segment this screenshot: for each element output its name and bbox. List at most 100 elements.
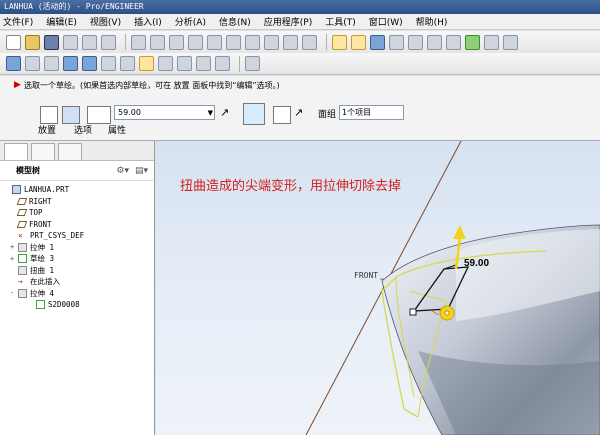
tree-row[interactable]: TOP <box>0 207 154 219</box>
zoom-in-icon[interactable] <box>408 34 423 50</box>
tree-item-label: S2D0008 <box>48 300 80 310</box>
expand-icon[interactable]: + <box>10 255 18 263</box>
redo-icon[interactable] <box>150 34 165 50</box>
quilt-label: 面组 <box>318 110 337 120</box>
depth-input[interactable]: 59.00 ▼ <box>114 105 215 120</box>
tab-favorites[interactable] <box>58 143 82 160</box>
settings-icon[interactable]: ⚙▾ <box>116 166 129 176</box>
email-icon[interactable] <box>82 34 97 50</box>
undo-icon[interactable] <box>131 34 146 50</box>
menu-file[interactable]: 文件(F) <box>3 15 33 28</box>
quilt-collector[interactable]: 1个项目 <box>339 105 404 120</box>
solid-option-button[interactable] <box>40 106 58 124</box>
tree-item-label: TOP <box>29 208 43 218</box>
sweep-tool-icon[interactable] <box>177 56 192 71</box>
revolve-tool-icon[interactable] <box>158 56 173 71</box>
find-icon[interactable] <box>283 34 298 50</box>
analysis-tool-icon[interactable] <box>101 56 116 71</box>
window-title-bar: LANHUA (活动的) - Pro/ENGINEER <box>0 0 600 14</box>
tree-row[interactable]: 扭曲 1 <box>0 265 154 277</box>
navigator-tabs <box>0 141 154 161</box>
datum-display-icon[interactable] <box>332 34 347 50</box>
tab-options[interactable]: 选项 <box>74 123 92 136</box>
surface-option-button[interactable] <box>62 106 80 124</box>
datum-curve-tool-icon[interactable] <box>44 56 59 71</box>
tree-row[interactable]: → 在此插入 <box>0 276 154 288</box>
tree-item-label: PRT_CSYS_DEF <box>30 231 85 241</box>
tab-model-tree[interactable] <box>4 143 28 160</box>
new-file-icon[interactable] <box>6 34 21 50</box>
depth-option-button[interactable] <box>87 106 111 124</box>
open-folder-icon[interactable] <box>25 34 40 50</box>
graphics-window[interactable]: 扭曲造成的尖端变形，用拉伸切除去掉 FRONT 59.00 <box>156 141 600 435</box>
paste-icon[interactable] <box>207 34 222 50</box>
datum-plane-tool-icon[interactable] <box>6 56 21 71</box>
send-icon[interactable] <box>101 34 116 50</box>
menu-window[interactable]: 窗口(W) <box>369 15 403 28</box>
show-icon[interactable]: ▤▾ <box>135 166 148 176</box>
menu-help[interactable]: 帮助(H) <box>416 15 448 28</box>
menu-applications[interactable]: 应用程序(P) <box>264 15 312 28</box>
reorient-icon[interactable] <box>465 34 480 50</box>
save-icon[interactable] <box>44 34 59 50</box>
saved-views-icon[interactable] <box>484 34 499 50</box>
select-box-icon[interactable] <box>302 34 317 50</box>
blend-tool-icon[interactable] <box>196 56 211 71</box>
menu-analysis[interactable]: 分析(A) <box>175 15 206 28</box>
layers-icon[interactable] <box>503 34 518 50</box>
tree-row[interactable]: S2D0008 <box>0 299 154 311</box>
print-icon[interactable] <box>63 34 78 50</box>
thicken-button[interactable] <box>273 106 291 124</box>
tab-placement[interactable]: 放置 <box>38 123 56 136</box>
menu-insert[interactable]: 插入(I) <box>134 15 162 28</box>
tree-row[interactable]: - 拉伸 4 <box>0 288 154 300</box>
menu-info[interactable]: 信息(N) <box>219 15 251 28</box>
tree-row[interactable]: ✕ PRT_CSYS_DEF <box>0 230 154 242</box>
navigator-panel: 模型树 ⚙▾ ▤▾ LANHUA.PRT RIGHT TOP FRONT ✕ P… <box>0 141 155 435</box>
flip-thicken-icon[interactable]: ↗ <box>294 106 312 124</box>
hole-tool-icon[interactable] <box>215 56 230 71</box>
tree-row[interactable]: + 草绘 3 <box>0 253 154 265</box>
tree-row[interactable]: RIGHT <box>0 196 154 208</box>
collapse-icon[interactable]: - <box>10 289 18 297</box>
tree-row[interactable]: LANHUA.PRT <box>0 184 154 196</box>
sketch-display-icon[interactable] <box>351 34 366 50</box>
tree-row[interactable]: FRONT <box>0 219 154 231</box>
flip-direction-icon[interactable]: ↗ <box>220 106 238 124</box>
sketch-tool-icon[interactable] <box>120 56 135 71</box>
paste-special-icon[interactable] <box>226 34 241 50</box>
remove-material-button[interactable] <box>243 103 265 125</box>
regen-manager-icon[interactable] <box>264 34 279 50</box>
shading-icon[interactable] <box>389 34 404 50</box>
menu-bar: 文件(F) 编辑(E) 视图(V) 插入(I) 分析(A) 信息(N) 应用程序… <box>0 14 600 30</box>
menu-edit[interactable]: 编辑(E) <box>46 15 77 28</box>
cut-icon[interactable] <box>169 34 184 50</box>
depth-dimension[interactable]: 59.00 <box>464 258 489 269</box>
menu-tools[interactable]: 工具(T) <box>325 15 356 28</box>
expand-icon[interactable]: + <box>10 243 18 251</box>
extrude-dashboard: ▶ 选取一个草绘。(如果首选内部草绘，可在 放置 面板中找到“编辑”选项。) 5… <box>0 76 600 141</box>
datum-axis-tool-icon[interactable] <box>25 56 40 71</box>
zoom-out-icon[interactable] <box>427 34 442 50</box>
annotation-text: 扭曲造成的尖端变形，用拉伸切除去掉 <box>180 179 402 194</box>
datum-point-tool-icon[interactable] <box>63 56 78 71</box>
model-tree-title: 模型树 <box>16 166 40 175</box>
chevron-down-icon[interactable]: ▼ <box>208 107 213 120</box>
menu-view[interactable]: 视图(V) <box>90 15 121 28</box>
tab-folder-browser[interactable] <box>31 143 55 160</box>
refit-icon[interactable] <box>446 34 461 50</box>
tree-item-label: 在此插入 <box>30 277 60 287</box>
extrude-tool-icon[interactable] <box>139 56 154 71</box>
whats-this-icon[interactable] <box>245 56 260 71</box>
csys-tool-icon[interactable] <box>82 56 97 71</box>
feature-toolbar <box>0 53 600 75</box>
datum-front-label: FRONT <box>354 271 379 280</box>
model-tree-header: 模型树 ⚙▾ ▤▾ <box>0 161 154 181</box>
copy-icon[interactable] <box>188 34 203 50</box>
tree-row[interactable]: + 拉伸 1 <box>0 242 154 254</box>
regenerate-icon[interactable] <box>245 34 260 50</box>
network-icon[interactable] <box>370 34 385 50</box>
window-title: LANHUA (活动的) - Pro/ENGINEER <box>4 2 144 11</box>
toolbar-separator <box>326 34 327 50</box>
tab-properties[interactable]: 属性 <box>108 123 126 136</box>
